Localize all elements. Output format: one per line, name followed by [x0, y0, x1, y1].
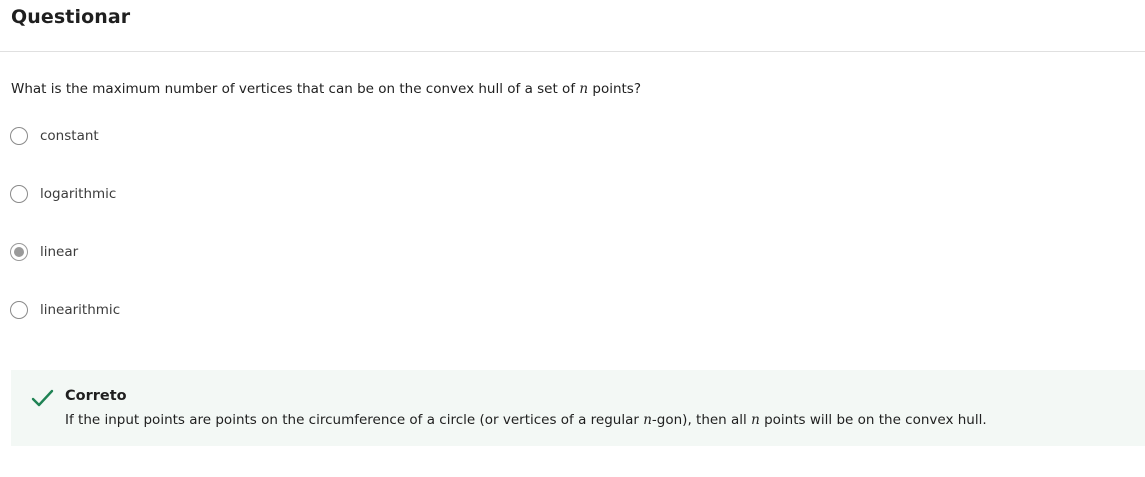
option-label: linear	[40, 244, 79, 260]
check-icon	[31, 389, 54, 407]
question-text-after: points?	[588, 81, 641, 97]
radio-button[interactable]	[10, 127, 28, 145]
radio-button[interactable]	[10, 301, 28, 319]
radio-button-selected[interactable]	[10, 243, 28, 261]
question-text: What is the maximum number of vertices t…	[11, 80, 641, 98]
feedback-text-part: If the input points are points on the ci…	[65, 412, 644, 428]
radio-button[interactable]	[10, 185, 28, 203]
option-linearithmic[interactable]: linearithmic	[10, 300, 120, 320]
radio-selected-dot	[14, 247, 24, 257]
option-constant[interactable]: constant	[10, 126, 99, 146]
feedback-text-part: -gon), then all	[651, 412, 752, 428]
feedback-panel: Correto If the input points are points o…	[11, 370, 1145, 446]
feedback-variable: n	[751, 412, 760, 428]
question-text-before: What is the maximum number of vertices t…	[11, 81, 580, 97]
page-header: Questionar	[0, 0, 1145, 52]
feedback-text-part: points will be on the convex hull.	[759, 412, 987, 428]
option-logarithmic[interactable]: logarithmic	[10, 184, 116, 204]
option-label: linearithmic	[40, 302, 121, 318]
page-title: Questionar	[11, 6, 131, 28]
option-linear[interactable]: linear	[10, 242, 78, 262]
feedback-explanation: If the input points are points on the ci…	[65, 412, 987, 428]
feedback-status: Correto	[65, 388, 127, 404]
feedback-variable: n	[643, 412, 652, 428]
option-label: constant	[40, 128, 99, 144]
option-label: logarithmic	[40, 186, 117, 202]
question-variable: n	[579, 81, 589, 97]
